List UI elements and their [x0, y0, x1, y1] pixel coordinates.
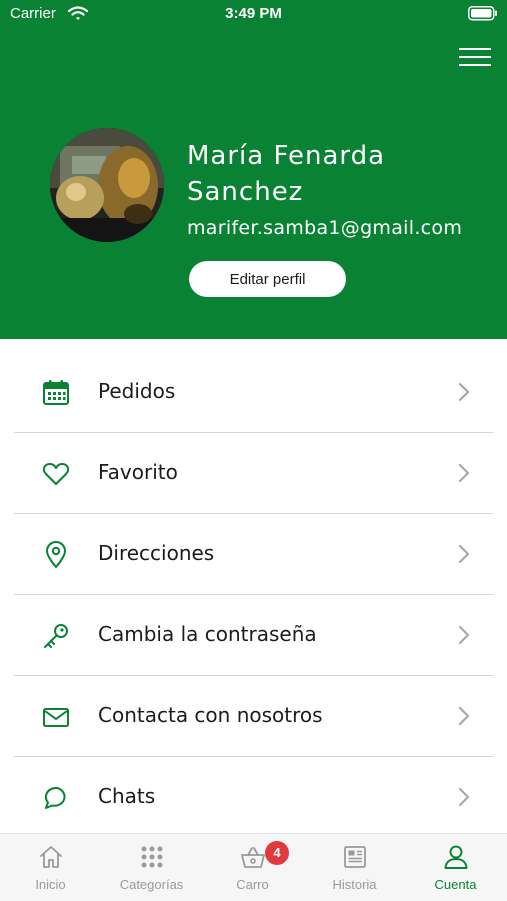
key-icon — [42, 622, 70, 650]
home-icon — [38, 844, 64, 874]
menu-item-cambia-contrasena[interactable]: Cambia la contraseña — [0, 595, 507, 676]
tab-label: Carro — [236, 877, 269, 892]
tab-label: Categorías — [119, 877, 184, 892]
status-bar: Carrier 3:49 PM — [0, 0, 507, 30]
tab-historia[interactable]: Historia — [304, 834, 405, 901]
menu-item-favorito[interactable]: Favorito — [0, 433, 507, 514]
profile-name: María Fenarda Sanchez — [187, 141, 386, 207]
menu-item-chats[interactable]: Chats — [0, 757, 507, 838]
menu-item-label: Cambia la contraseña — [98, 622, 317, 646]
tab-label: Historia — [332, 877, 377, 892]
status-time: 3:49 PM — [225, 5, 282, 22]
edit-profile-button[interactable]: Editar perfil — [189, 261, 346, 297]
tab-bar: Inicio Categorías 4 Carro Historia Cuent… — [0, 833, 507, 901]
profile-header: Carrier 3:49 PM María Fenarda Sanchez ma… — [0, 0, 507, 339]
menu-item-label: Contacta con nosotros — [98, 703, 323, 727]
location-pin-icon — [42, 541, 70, 569]
menu-item-label: Direcciones — [98, 541, 215, 565]
menu-item-label: Favorito — [98, 460, 178, 484]
chevron-right-icon — [458, 382, 470, 406]
tab-carro[interactable]: 4 Carro — [202, 834, 303, 901]
chevron-right-icon — [458, 463, 470, 487]
tab-inicio[interactable]: Inicio — [0, 834, 101, 901]
cart-count-badge: 4 — [265, 841, 289, 865]
chevron-right-icon — [458, 625, 470, 649]
grid-icon — [139, 844, 165, 874]
chevron-right-icon — [458, 544, 470, 568]
menu-item-direcciones[interactable]: Direcciones — [0, 514, 507, 595]
mail-icon — [42, 703, 70, 731]
chevron-right-icon — [458, 706, 470, 730]
tab-cuenta[interactable]: Cuenta — [405, 834, 506, 901]
menu-item-contacta[interactable]: Contacta con nosotros — [0, 676, 507, 757]
chevron-right-icon — [458, 787, 470, 811]
user-icon — [443, 844, 469, 874]
newspaper-icon — [342, 844, 368, 874]
profile-email: marifer.samba1@gmail.com — [187, 217, 463, 239]
account-menu: Pedidos Favorito Direcciones Cambia la c… — [0, 352, 507, 838]
menu-item-label: Pedidos — [98, 379, 176, 403]
calendar-icon — [42, 379, 70, 407]
heart-icon — [42, 460, 70, 488]
chat-bubble-icon — [42, 784, 70, 812]
hamburger-menu-icon[interactable] — [457, 46, 493, 70]
menu-item-pedidos[interactable]: Pedidos — [0, 352, 507, 433]
avatar[interactable] — [50, 128, 164, 242]
tab-categorias[interactable]: Categorías — [101, 834, 202, 901]
basket-icon — [240, 844, 266, 874]
menu-item-label: Chats — [98, 784, 156, 808]
tab-label: Cuenta — [434, 877, 477, 892]
tab-label: Inicio — [35, 877, 66, 892]
battery-icon — [468, 6, 498, 25]
